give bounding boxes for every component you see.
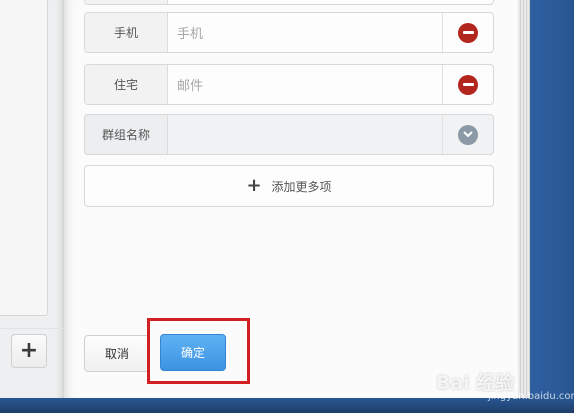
highlight-annotation-box bbox=[147, 318, 250, 384]
divider bbox=[0, 328, 64, 329]
left-page: + bbox=[0, 0, 64, 398]
field-row-home: 住宅 邮件 bbox=[84, 64, 494, 105]
window-frame-edge bbox=[530, 0, 574, 413]
cancel-button[interactable]: 取消 bbox=[84, 335, 150, 372]
page-edge bbox=[518, 0, 530, 398]
remove-icon bbox=[458, 74, 478, 95]
field-row-group[interactable]: 群组名称 bbox=[84, 114, 494, 155]
watermark-url: jingyan.baidu.com bbox=[488, 391, 574, 402]
add-contact-button[interactable]: + bbox=[11, 334, 47, 368]
contact-list-panel bbox=[0, 0, 48, 316]
field-row-partial bbox=[84, 0, 494, 5]
plus-icon: + bbox=[246, 175, 262, 196]
remove-home-button[interactable] bbox=[442, 65, 493, 104]
field-label-mobile[interactable]: 手机 bbox=[85, 13, 168, 52]
add-more-label: 添加更多项 bbox=[271, 179, 332, 194]
remove-mobile-button[interactable] bbox=[442, 13, 493, 52]
email-input[interactable]: 邮件 bbox=[177, 65, 203, 104]
field-row-mobile: 手机 手机 bbox=[84, 12, 494, 53]
group-dropdown-button[interactable] bbox=[442, 115, 493, 154]
field-label bbox=[85, 0, 168, 4]
chevron-down-icon bbox=[458, 124, 478, 145]
remove-icon bbox=[458, 22, 478, 43]
field-label-group: 群组名称 bbox=[85, 115, 168, 154]
field-label-home[interactable]: 住宅 bbox=[85, 65, 168, 104]
add-more-fields-button[interactable]: + 添加更多项 bbox=[84, 165, 494, 207]
plus-icon: + bbox=[19, 338, 39, 363]
mobile-input[interactable]: 手机 bbox=[177, 13, 203, 52]
